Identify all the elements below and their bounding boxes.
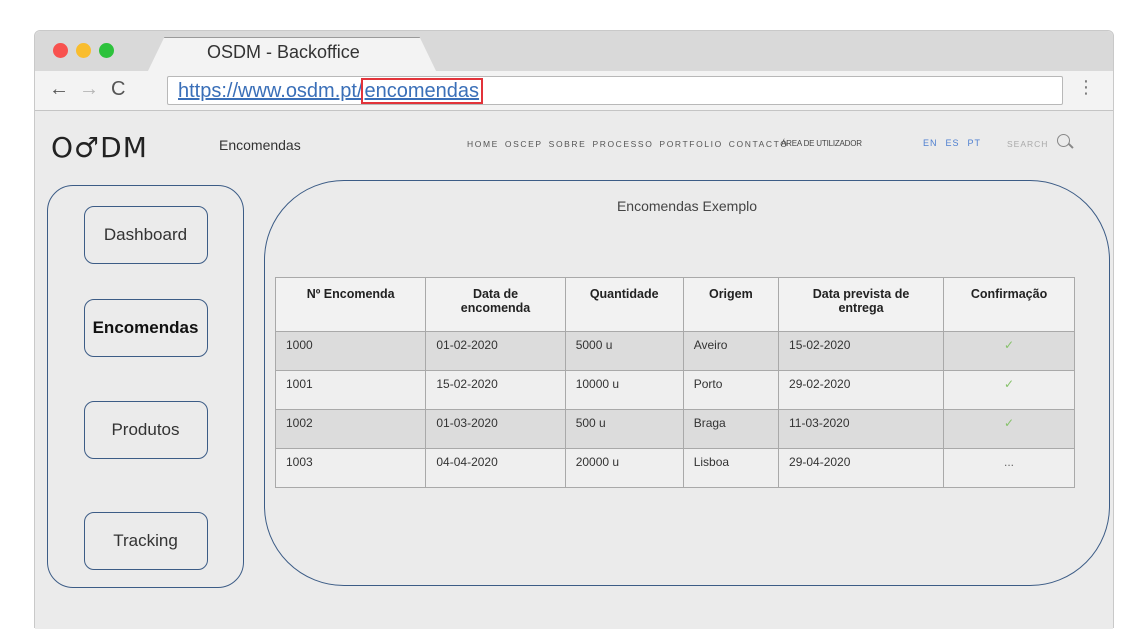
table-cell: 29-02-2020 — [778, 370, 945, 410]
orders-panel: Encomendas Exemplo Nº Encomenda Data de e… — [264, 180, 1110, 586]
table-cell: 20000 u — [564, 448, 684, 488]
table-cell: 04-04-2020 — [425, 448, 566, 488]
table-cell: 1000 — [274, 331, 427, 371]
table-body: 1000 01-02-2020 5000 u Aveiro 15-02-2020 ✓ 100… — [274, 331, 1075, 488]
nav-sobre[interactable]: SOBRE — [549, 139, 587, 149]
nav-contacto[interactable]: CONTACTO — [729, 139, 789, 149]
sidebar-item-dashboard[interactable]: Dashboard — [83, 206, 208, 264]
confirmation-cell: ... — [943, 448, 1075, 488]
table-cell: 1003 — [274, 448, 427, 488]
user-area-link[interactable]: ÁREA DE UTILIZADOR — [781, 139, 862, 148]
page-title: Encomendas — [219, 137, 301, 153]
sidebar-item-tracking[interactable]: Tracking — [83, 512, 208, 570]
browser-window: OSDM - Backoffice ← → C https://www.osdm… — [34, 30, 1114, 629]
panel-title: Encomendas Exemplo — [616, 198, 758, 214]
forward-arrow-icon[interactable]: → — [79, 77, 99, 101]
lang-pt[interactable]: PT — [968, 138, 982, 148]
search-input[interactable]: SEARCH — [1007, 139, 1048, 149]
osdm-logo[interactable]: O♂DM — [51, 131, 148, 164]
close-window-icon[interactable] — [53, 43, 68, 58]
browser-menu-icon[interactable]: ⋮ — [1077, 77, 1095, 98]
confirmation-cell: ✓ — [943, 370, 1075, 410]
table-cell: Braga — [682, 409, 780, 449]
minimize-window-icon[interactable] — [76, 43, 91, 58]
search-icon[interactable] — [1057, 134, 1070, 147]
url-input[interactable]: https://www.osdm.pt/encomendas — [167, 76, 1063, 105]
sidebar: Dashboard Encomendas Produtos Tracking — [47, 185, 244, 588]
reload-icon[interactable]: C — [111, 77, 125, 101]
table-cell: Porto — [682, 370, 780, 410]
page-content: O♂DM Encomendas HOME OSCEP SOBRE PROCESS… — [35, 112, 1113, 629]
table-cell: 11-03-2020 — [778, 409, 945, 449]
url-text: https://www.osdm.pt/encomendas — [178, 78, 484, 104]
table-row[interactable]: 1000 01-02-2020 5000 u Aveiro 15-02-2020 ✓ — [274, 331, 1075, 371]
table-cell: 01-02-2020 — [425, 331, 566, 371]
column-header: Nº Encomenda — [274, 277, 427, 332]
orders-table: Nº Encomenda Data de encomenda Quantidade O… — [274, 277, 1075, 488]
browser-titlebar: OSDM - Backoffice — [35, 31, 1113, 73]
url-base: https://www.osdm.pt/ — [178, 80, 363, 102]
url-path-highlight: encomendas — [360, 78, 484, 104]
column-header: Quantidade — [564, 277, 684, 332]
table-cell: 10000 u — [564, 370, 684, 410]
sidebar-item-encomendas[interactable]: Encomendas — [83, 299, 208, 357]
language-switcher: EN ES PT — [923, 138, 981, 148]
maximize-window-icon[interactable] — [99, 43, 114, 58]
table-cell: 5000 u — [564, 331, 684, 371]
table-cell: Aveiro — [682, 331, 780, 371]
sidebar-item-produtos[interactable]: Produtos — [83, 401, 208, 459]
confirmation-cell: ✓ — [943, 331, 1075, 371]
column-header: Data prevista de entrega — [778, 277, 945, 332]
table-cell: 1001 — [274, 370, 427, 410]
tab-title: OSDM - Backoffice — [207, 42, 360, 62]
column-header: Origem — [682, 277, 780, 332]
nav-portfolio[interactable]: PORTFOLIO — [659, 139, 722, 149]
stage: OSDM - Backoffice ← → C https://www.osdm… — [0, 0, 1131, 640]
nav-home[interactable]: HOME — [467, 139, 499, 149]
table-cell: 01-03-2020 — [425, 409, 566, 449]
table-cell: 29-04-2020 — [778, 448, 945, 488]
table-cell: 15-02-2020 — [778, 331, 945, 371]
table-cell: 15-02-2020 — [425, 370, 566, 410]
column-header: Confirmação — [943, 277, 1075, 332]
top-navigation: HOME OSCEP SOBRE PROCESSO PORTFOLIO CONT… — [467, 139, 789, 149]
confirmation-cell: ✓ — [943, 409, 1075, 449]
table-row[interactable]: 1003 04-04-2020 20000 u Lisboa 29-04-2020... — [274, 448, 1075, 488]
lang-es[interactable]: ES — [946, 138, 960, 148]
table-row[interactable]: 1002 01-03-2020 500 u Braga 11-03-2020 ✓ — [274, 409, 1075, 449]
nav-processo[interactable]: PROCESSO — [592, 139, 653, 149]
address-bar-row: ← → C https://www.osdm.pt/encomendas ⋮ — [35, 71, 1113, 111]
lang-en[interactable]: EN — [923, 138, 938, 148]
back-arrow-icon[interactable]: ← — [49, 77, 69, 101]
table-cell: 1002 — [274, 409, 427, 449]
table-cell: 500 u — [564, 409, 684, 449]
column-header: Data de encomenda — [425, 277, 566, 332]
nav-oscep[interactable]: OSCEP — [505, 139, 543, 149]
table-header-row: Nº Encomenda Data de encomenda Quantidade O… — [274, 277, 1075, 332]
table-row[interactable]: 1001 15-02-2020 10000 u Porto 29-02-2020 ✓ — [274, 370, 1075, 410]
table-cell: Lisboa — [682, 448, 780, 488]
